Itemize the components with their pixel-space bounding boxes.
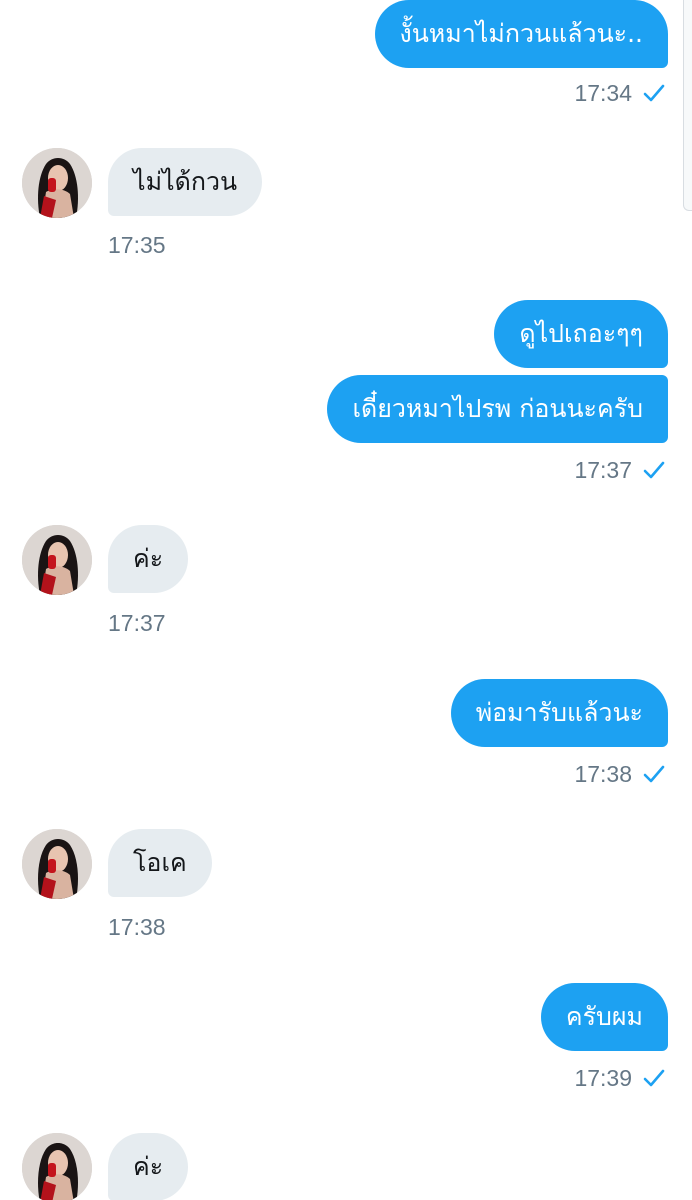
outgoing-message-bubble[interactable]: เดี๋ยวหมาไปรพ ก่อนนะครับ — [327, 375, 668, 443]
message-text: ไม่ได้กวน — [133, 167, 238, 196]
message-meta: 17:37 — [574, 455, 666, 485]
contact-avatar[interactable] — [22, 148, 92, 218]
message-meta: 17:38 — [574, 759, 666, 789]
incoming-message-bubble[interactable]: ค่ะ — [108, 525, 189, 593]
outgoing-message-bubble[interactable]: พ่อมารับแล้วนะ — [450, 679, 668, 747]
message-text: โอเค — [133, 848, 187, 877]
message-meta: 17:34 — [574, 78, 666, 108]
check-icon — [643, 765, 665, 783]
contact-avatar[interactable] — [22, 525, 92, 595]
conversation-view: งั้นหมาไม่กวนแล้วนะ.. 17:34 ไม่ได้กวน 17… — [0, 0, 692, 1200]
check-icon — [643, 1069, 665, 1087]
scrollbar[interactable] — [683, 0, 692, 211]
message-text: ดูไปเถอะๆๆ — [519, 319, 643, 348]
contact-avatar[interactable] — [22, 829, 92, 899]
outgoing-message-bubble[interactable]: ครับผม — [540, 983, 668, 1051]
message-timestamp: 17:38 — [574, 761, 632, 787]
message-timestamp: 17:37 — [108, 610, 166, 636]
message-timestamp: 17:34 — [574, 80, 632, 106]
message-timestamp: 17:39 — [574, 1065, 632, 1091]
check-icon — [643, 461, 665, 479]
check-icon — [643, 84, 665, 102]
message-text: ค่ะ — [133, 544, 164, 573]
message-timestamp: 17:35 — [108, 232, 166, 258]
outgoing-message-bubble[interactable]: ดูไปเถอะๆๆ — [494, 300, 668, 368]
message-timestamp: 17:38 — [108, 914, 166, 940]
contact-avatar[interactable] — [22, 1133, 92, 1200]
incoming-message-bubble[interactable]: ไม่ได้กวน — [108, 148, 263, 216]
message-meta: 17:39 — [574, 1063, 666, 1093]
message-timestamp: 17:37 — [574, 457, 632, 483]
message-text: ครับผม — [565, 1002, 643, 1031]
message-text: พ่อมารับแล้วนะ — [475, 698, 643, 727]
incoming-message-bubble[interactable]: โอเค — [108, 829, 212, 897]
message-text: ค่ะ — [133, 1152, 164, 1181]
incoming-message-bubble[interactable]: ค่ะ — [108, 1133, 189, 1200]
message-text: เดี๋ยวหมาไปรพ ก่อนนะครับ — [352, 394, 643, 423]
outgoing-message-bubble[interactable]: งั้นหมาไม่กวนแล้วนะ.. — [374, 0, 668, 68]
message-text: งั้นหมาไม่กวนแล้วนะ.. — [399, 19, 644, 48]
